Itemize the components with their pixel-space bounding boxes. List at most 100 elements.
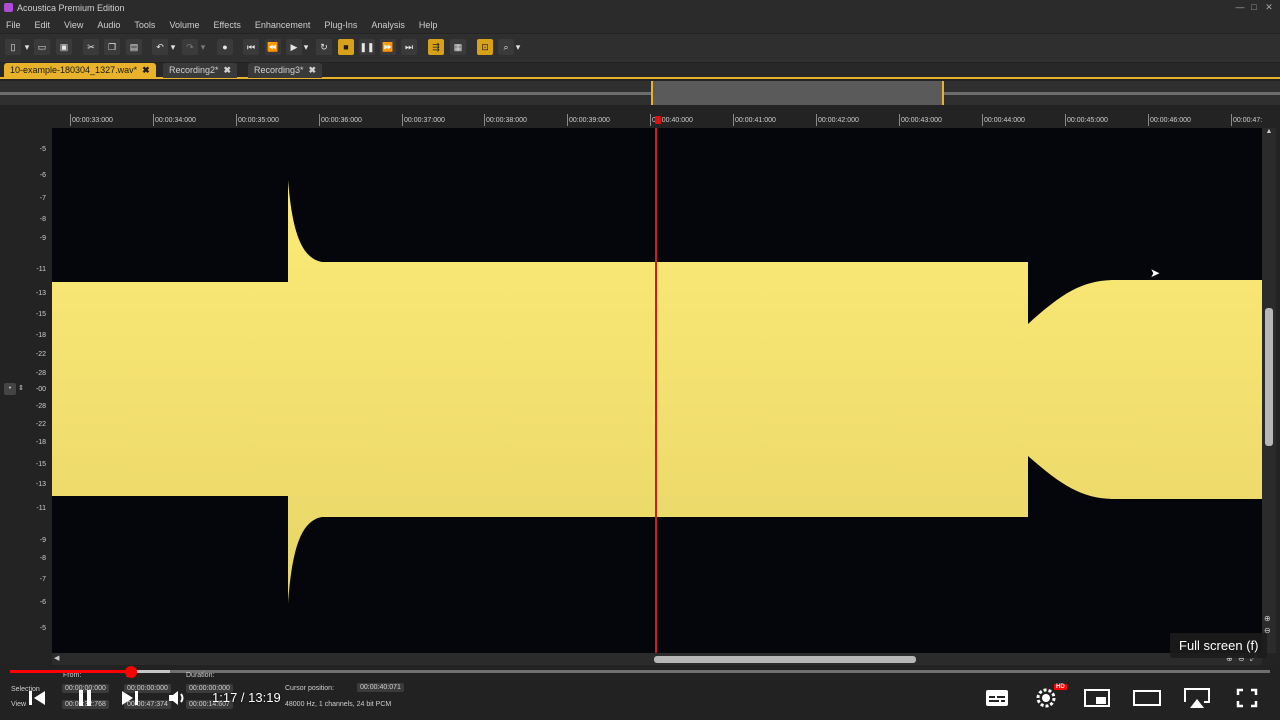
video-progress-bar[interactable] [10, 670, 1270, 673]
fullscreen-tooltip: Full screen (f) [1170, 633, 1268, 658]
db-label: -7 [39, 195, 46, 202]
redo-dropdown-icon[interactable]: ▾ [199, 39, 207, 55]
close-tab-icon[interactable]: ✖ [309, 65, 317, 75]
ruler-tick-label: 00:00:39:000 [567, 114, 610, 126]
theater-mode-icon[interactable] [1133, 689, 1161, 707]
time-ruler[interactable]: 00:00:33:000 00:00:34:000 00:00:35:000 0… [52, 112, 1262, 128]
spectrum-view-icon[interactable]: ▦ [450, 39, 466, 55]
close-tab-icon[interactable]: ✖ [224, 65, 232, 75]
screen: Acoustica Premium Edition — □ ✕ File Edi… [0, 0, 1280, 720]
go-to-end-icon[interactable]: ⏭ [401, 39, 417, 55]
tab-recording3[interactable]: Recording3* ✖ [248, 63, 323, 78]
playhead-marker[interactable] [655, 116, 661, 124]
menu-analysis[interactable]: Analysis [371, 20, 405, 30]
ruler-tick-label: 00:00:41:000 [733, 114, 776, 126]
db-label: -8 [39, 216, 46, 223]
menu-view[interactable]: View [64, 20, 83, 30]
stop-icon[interactable]: ■ [338, 39, 354, 55]
db-label: -28 [35, 403, 46, 410]
tab-label: Recording3* [254, 65, 304, 75]
zoom-in-vertical-icon[interactable]: ⊕ [1264, 614, 1271, 623]
settings-gear-icon[interactable] [1035, 687, 1057, 709]
menu-plugins[interactable]: Plug-Ins [324, 20, 357, 30]
scroll-up-icon[interactable]: ▲ [1264, 128, 1274, 138]
db-label: -28 [35, 370, 46, 377]
paste-icon[interactable]: ▤ [126, 39, 142, 55]
follow-playback-icon[interactable]: ⇶ [428, 39, 444, 55]
db-label: -6 [39, 172, 46, 179]
cut-icon[interactable]: ✂ [83, 39, 99, 55]
video-scrubber[interactable] [124, 666, 137, 678]
volume-icon[interactable] [167, 688, 189, 708]
app-title: Acoustica Premium Edition [17, 3, 125, 13]
hd-badge: HD [1054, 684, 1067, 690]
rewind-icon[interactable]: ⏪ [265, 39, 281, 55]
menu-audio[interactable]: Audio [97, 20, 120, 30]
pause-video-icon[interactable] [75, 688, 95, 708]
overview-strip[interactable] [0, 81, 1280, 105]
tab-10-example[interactable]: 10-example-180304_1327.wav* ✖ [4, 63, 156, 78]
toolbar: ▯ ▾ ▭ ▣ ✂ ❐ ▤ ↶ ▾ ↷ ▾ ● ⏮ ⏪ ▶ ▾ ↻ ■ ❚❚ ⏩… [0, 34, 1280, 62]
new-file-icon[interactable]: ▯ [5, 39, 21, 55]
fullscreen-icon[interactable] [1236, 688, 1258, 708]
new-dropdown-icon[interactable]: ▾ [23, 39, 31, 55]
next-video-icon[interactable] [121, 689, 139, 707]
cast-airplay-icon[interactable] [1182, 687, 1212, 709]
db-label: -13 [35, 481, 46, 488]
zoom-tool-icon[interactable]: ⌕ [498, 39, 514, 55]
menu-volume[interactable]: Volume [169, 20, 199, 30]
menu-help[interactable]: Help [419, 20, 438, 30]
miniplayer-icon[interactable] [1084, 689, 1110, 707]
pause-icon[interactable]: ❚❚ [359, 39, 375, 55]
subtitles-icon[interactable] [985, 689, 1009, 707]
view-label: View [11, 701, 27, 708]
save-icon[interactable]: ▣ [56, 39, 72, 55]
selection-tool-icon[interactable]: ⊡ [477, 39, 493, 55]
open-folder-icon[interactable]: ▭ [34, 39, 50, 55]
maximize-button[interactable]: □ [1248, 2, 1260, 13]
horizontal-scroll-thumb[interactable] [654, 656, 916, 663]
cursor-position-field[interactable]: 00:00:40:071 [357, 683, 404, 692]
close-window-button[interactable]: ✕ [1263, 2, 1275, 13]
tab-label: 10-example-180304_1327.wav* [10, 65, 138, 75]
go-to-start-icon[interactable]: ⏮ [243, 39, 259, 55]
menu-file[interactable]: File [6, 20, 21, 30]
fast-forward-icon[interactable]: ⏩ [380, 39, 396, 55]
app-logo-icon [4, 3, 13, 12]
play-icon[interactable]: ▶ [286, 39, 302, 55]
loop-icon[interactable]: ↻ [316, 39, 332, 55]
waveform-view[interactable]: ➤ [52, 128, 1262, 653]
ruler-tick-label: 00:00:42:000 [816, 114, 859, 126]
db-label: -8 [39, 555, 46, 562]
db-label: -6 [39, 599, 46, 606]
vertical-scrollbar[interactable]: ▲ ⊕ ⊖ [1262, 128, 1276, 653]
undo-dropdown-icon[interactable]: ▾ [169, 39, 177, 55]
undo-icon[interactable]: ↶ [152, 39, 168, 55]
menu-tools[interactable]: Tools [134, 20, 155, 30]
cursor-position-label: Cursor position: [285, 685, 335, 692]
channel-stepper-icon[interactable]: ⇕ [18, 384, 24, 392]
redo-icon[interactable]: ↷ [182, 39, 198, 55]
video-played-bar [10, 670, 131, 673]
zoom-dropdown-icon[interactable]: ▾ [514, 39, 522, 55]
menu-edit[interactable]: Edit [35, 20, 51, 30]
db-label: -13 [35, 290, 46, 297]
db-label: -15 [35, 461, 46, 468]
close-tab-icon[interactable]: ✖ [142, 65, 150, 75]
minimize-button[interactable]: — [1234, 2, 1246, 13]
tab-recording2[interactable]: Recording2* ✖ [163, 63, 238, 78]
previous-video-icon[interactable] [28, 689, 46, 707]
vertical-scroll-thumb[interactable] [1265, 308, 1273, 446]
ruler-tick-label: 00:00:46:000 [1148, 114, 1191, 126]
db-label: -7 [39, 576, 46, 583]
horizontal-scrollbar[interactable]: ◀ ⊕ ⊖ ⤢ [52, 653, 1262, 665]
menu-effects[interactable]: Effects [213, 20, 240, 30]
menu-enhancement[interactable]: Enhancement [255, 20, 311, 30]
document-tabs: 10-example-180304_1327.wav* ✖ Recording2*… [0, 63, 1280, 79]
copy-icon[interactable]: ❐ [104, 39, 120, 55]
record-icon[interactable]: ● [217, 39, 233, 55]
channel-toggle-icon[interactable]: • [4, 383, 16, 395]
play-dropdown-icon[interactable]: ▾ [302, 39, 310, 55]
overview-selection[interactable] [651, 81, 944, 105]
scroll-left-icon[interactable]: ◀ [54, 654, 59, 662]
